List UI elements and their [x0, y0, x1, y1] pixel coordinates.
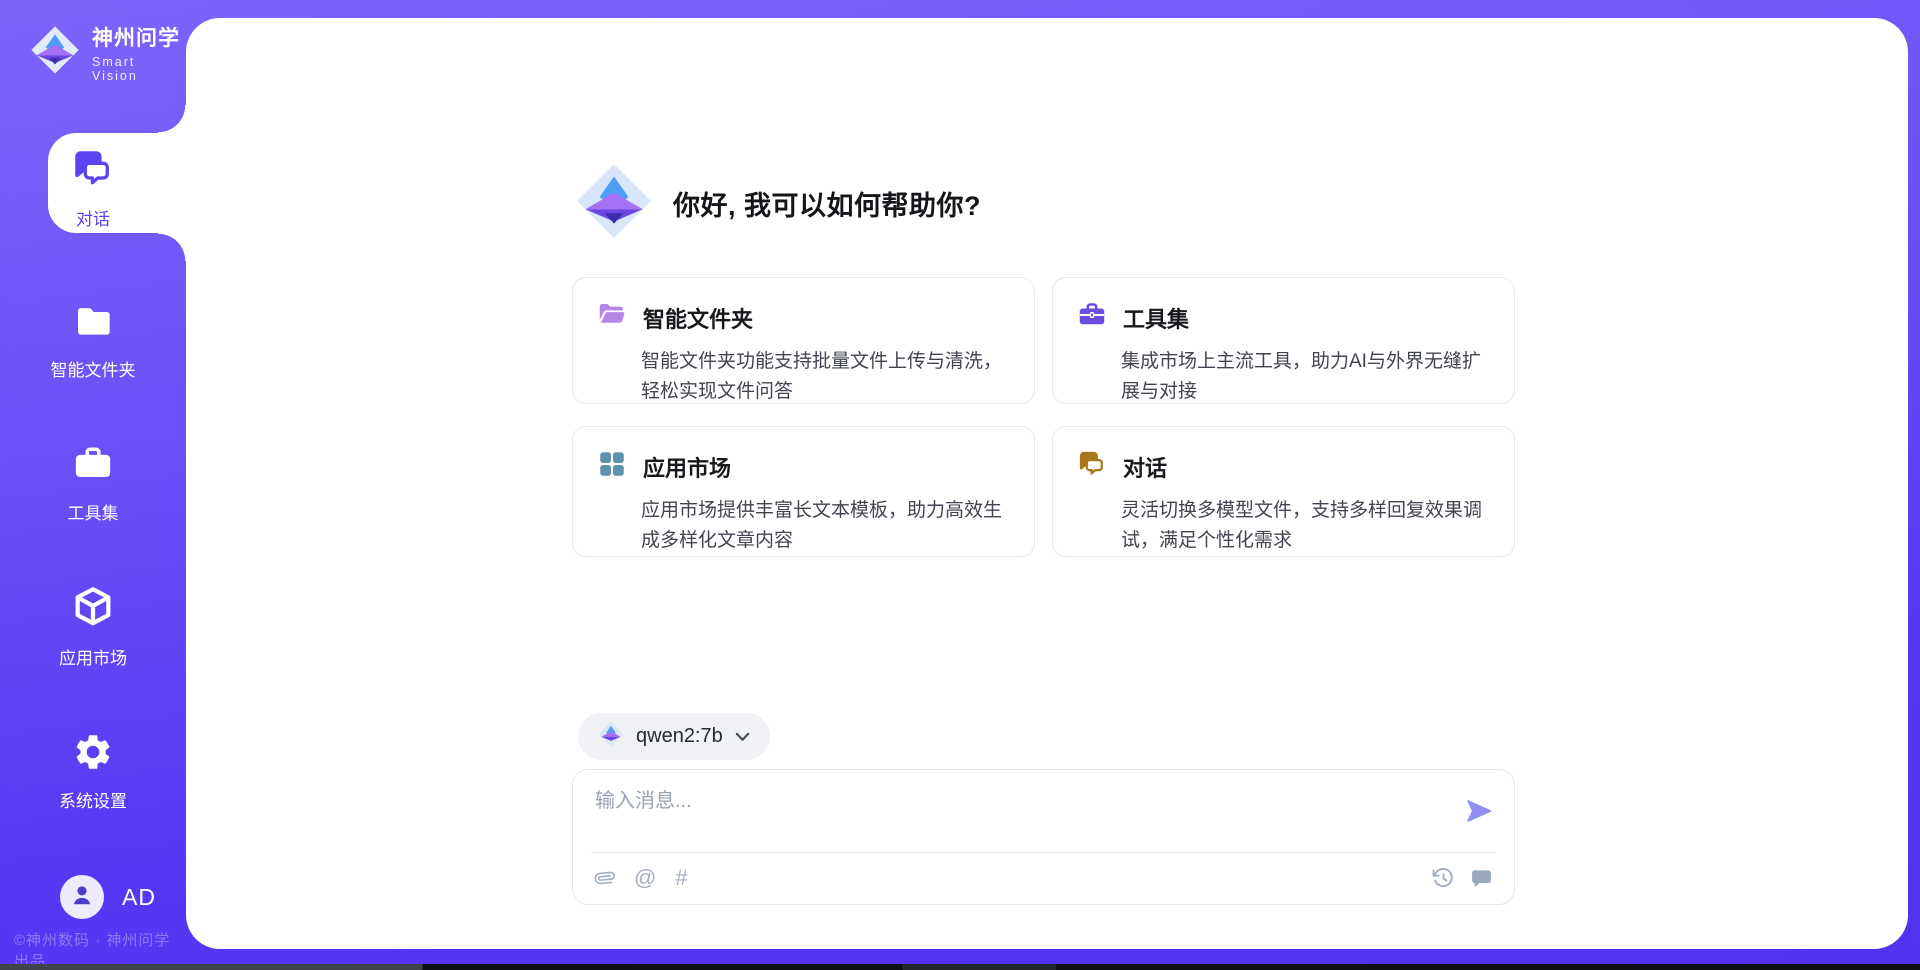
greeting: 你好, 我可以如何帮助你?: [575, 164, 981, 242]
gear-icon: [72, 731, 114, 778]
message-input[interactable]: [595, 784, 1415, 842]
card-app-market[interactable]: 应用市场 应用市场提供丰富长文本模板，助力高效生成多样化文章内容: [572, 426, 1035, 557]
sidebar-item-label: 应用市场: [59, 644, 127, 669]
avatar: [60, 875, 104, 919]
history-icon[interactable]: [1432, 867, 1455, 890]
message-composer: @ #: [572, 769, 1515, 905]
cube-icon: [70, 584, 116, 635]
composer-divider: [591, 852, 1496, 853]
toolbox-icon: [72, 443, 114, 490]
card-chat[interactable]: 对话 灵活切换多模型文件，支持多样回复效果调试，满足个性化需求: [1052, 426, 1515, 557]
brand-name: 神州问学: [92, 22, 186, 52]
feature-cards: 智能文件夹 智能文件夹功能支持批量文件上传与清洗，轻松实现文件问答 工具集 集成…: [572, 277, 1515, 557]
app-grid-icon: [597, 449, 627, 484]
chat-bubbles-icon: [71, 147, 115, 196]
brand-subtitle: Smart Vision: [92, 55, 186, 83]
sidebar-item-toolset[interactable]: 工具集: [0, 443, 186, 524]
main-panel: 你好, 我可以如何帮助你? 智能文件夹 智能文件夹功能支持批量文件上传与清洗，轻…: [186, 18, 1908, 949]
model-label: qwen2:7b: [636, 725, 723, 748]
chat-bubbles-icon: [1077, 449, 1107, 484]
gem-logo-icon: [598, 721, 624, 752]
tab-fillet-top: [158, 105, 186, 133]
card-title: 工具集: [1123, 302, 1189, 334]
sidebar-item-settings[interactable]: 系统设置: [0, 731, 186, 812]
send-icon[interactable]: [1464, 796, 1494, 826]
greeting-text: 你好, 我可以如何帮助你?: [673, 184, 981, 223]
taskbar-sliver: [0, 964, 1920, 970]
card-title: 对话: [1123, 451, 1167, 483]
gem-logo-icon: [575, 162, 653, 245]
folder-icon: [73, 302, 113, 347]
sidebar-item-chat[interactable]: 对话: [0, 147, 186, 230]
sidebar-item-smart-folder[interactable]: 智能文件夹: [0, 302, 186, 381]
chat-bubble-filled-icon[interactable]: [1470, 867, 1493, 890]
sidebar: 神州问学 Smart Vision 对话 智能文件夹: [0, 0, 186, 970]
hash-icon[interactable]: #: [675, 862, 687, 894]
folder-open-icon: [597, 300, 627, 335]
model-selector[interactable]: qwen2:7b: [578, 713, 770, 760]
card-smart-folder[interactable]: 智能文件夹 智能文件夹功能支持批量文件上传与清洗，轻松实现文件问答: [572, 277, 1035, 404]
card-toolset[interactable]: 工具集 集成市场上主流工具，助力AI与外界无缝扩展与对接: [1052, 277, 1515, 404]
card-description: 智能文件夹功能支持批量文件上传与清洗，轻松实现文件问答: [641, 347, 1006, 407]
at-icon[interactable]: @: [634, 862, 656, 894]
card-description: 灵活切换多模型文件，支持多样回复效果调试，满足个性化需求: [1121, 496, 1486, 556]
card-description: 集成市场上主流工具，助力AI与外界无缝扩展与对接: [1121, 347, 1486, 407]
sidebar-item-app-market[interactable]: 应用市场: [0, 584, 186, 669]
composer-toolbar: @ #: [595, 862, 1493, 894]
toolbox-icon: [1077, 300, 1107, 335]
paperclip-icon[interactable]: [591, 864, 619, 892]
card-description: 应用市场提供丰富长文本模板，助力高效生成多样化文章内容: [641, 496, 1006, 556]
card-title: 智能文件夹: [643, 302, 753, 334]
card-title: 应用市场: [643, 451, 731, 483]
sidebar-item-label: 智能文件夹: [51, 356, 136, 381]
tab-fillet-bottom: [158, 233, 186, 261]
sidebar-item-label: 系统设置: [59, 787, 127, 812]
user-profile[interactable]: AD: [60, 875, 156, 919]
sidebar-item-label: 对话: [76, 205, 110, 230]
user-name: AD: [122, 884, 156, 911]
sidebar-item-label: 工具集: [68, 499, 119, 524]
brand-logo: 神州问学 Smart Vision: [30, 22, 186, 83]
chevron-down-icon: [735, 732, 750, 742]
person-icon: [69, 882, 95, 913]
gem-logo-icon: [30, 25, 80, 80]
